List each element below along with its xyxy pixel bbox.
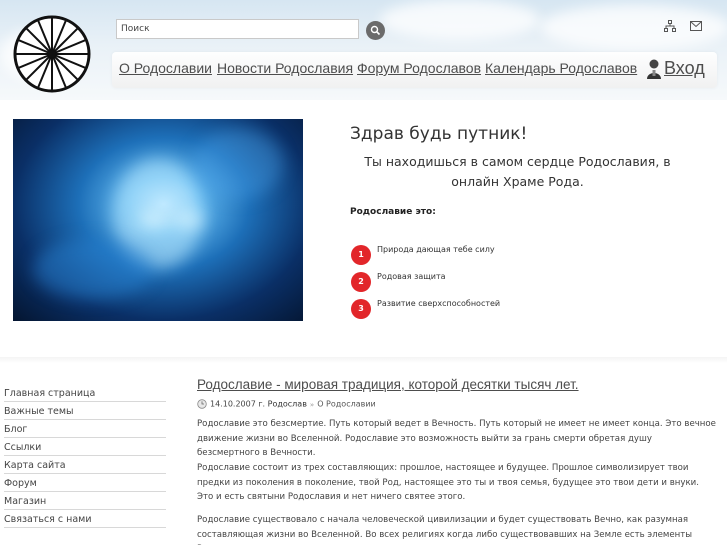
sidebar-item-contact[interactable]: Связаться с нами bbox=[4, 510, 166, 528]
sitemap-icon[interactable] bbox=[664, 20, 676, 32]
sidebar-item-shop[interactable]: Магазин bbox=[4, 492, 166, 510]
hero-image bbox=[13, 119, 303, 321]
article-paragraph-3: Родославие существовало с начала человеч… bbox=[197, 515, 693, 545]
sidebar-item-sitemap[interactable]: Карта сайта bbox=[4, 456, 166, 474]
sidebar-menu: Главная страница Важные темы Блог Ссылки… bbox=[4, 384, 166, 528]
article-date: 14.10.2007 г. bbox=[210, 399, 266, 409]
sidebar-item-home[interactable]: Главная страница bbox=[4, 384, 166, 402]
sidebar-item-blog[interactable]: Блог bbox=[4, 420, 166, 438]
article-paragraph-1: Родославие это безсмертие. Путь который … bbox=[197, 419, 716, 458]
clock-icon bbox=[197, 399, 207, 409]
article-author[interactable]: Родослав bbox=[268, 400, 307, 409]
point-number-3: 3 bbox=[351, 299, 371, 319]
main-nav: О Родославии Новости Родославия Форум Ро… bbox=[112, 52, 717, 88]
user-icon bbox=[647, 59, 661, 79]
page: Поиск О Родославии Новости Родославия Фо… bbox=[0, 0, 727, 545]
breadcrumb-separator-icon: » bbox=[309, 400, 315, 409]
nav-item-about[interactable]: О Родославии bbox=[119, 60, 212, 76]
point-number-2: 2 bbox=[351, 272, 371, 292]
sidebar-item-forum[interactable]: Форум bbox=[4, 474, 166, 492]
nav-item-calendar[interactable]: Календарь Родославов bbox=[485, 60, 637, 76]
welcome-title: Здрав будь путник! bbox=[350, 124, 528, 144]
wheel-logo[interactable] bbox=[12, 14, 92, 94]
point-number-1: 1 bbox=[351, 245, 371, 265]
sidebar-item-important[interactable]: Важные темы bbox=[4, 402, 166, 420]
article-title[interactable]: Родославие - мировая традиция, которой д… bbox=[197, 377, 579, 392]
article-meta: 14.10.2007 г. Родослав» О Родославии bbox=[197, 399, 376, 409]
login-link[interactable]: Вход bbox=[664, 58, 705, 79]
article-paragraph-2: Родославие состоит из трех составляющих:… bbox=[197, 463, 699, 502]
rodoslavie-heading: Родославие это: bbox=[350, 207, 436, 217]
search-icon bbox=[370, 25, 381, 36]
search-input[interactable]: Поиск bbox=[116, 19, 359, 39]
section-divider bbox=[0, 357, 727, 363]
header: Поиск О Родославии Новости Родославия Фо… bbox=[0, 0, 727, 100]
nav-item-forum[interactable]: Форум Родославов bbox=[357, 60, 481, 76]
point-label-3: Развитие сверхспособностей bbox=[377, 299, 501, 308]
point-label-1: Природа дающая тебе силу bbox=[377, 245, 495, 254]
search-button[interactable] bbox=[366, 21, 385, 40]
cloud-decoration bbox=[380, 0, 540, 40]
article-category[interactable]: О Родославии bbox=[317, 400, 376, 409]
welcome-subtitle: Ты находишься в самом сердце Родославия,… bbox=[364, 154, 671, 189]
mail-icon[interactable] bbox=[690, 21, 702, 31]
point-label-2: Родовая защита bbox=[377, 272, 446, 281]
nav-item-news[interactable]: Новости Родославия bbox=[217, 60, 353, 76]
sidebar-item-links[interactable]: Ссылки bbox=[4, 438, 166, 456]
